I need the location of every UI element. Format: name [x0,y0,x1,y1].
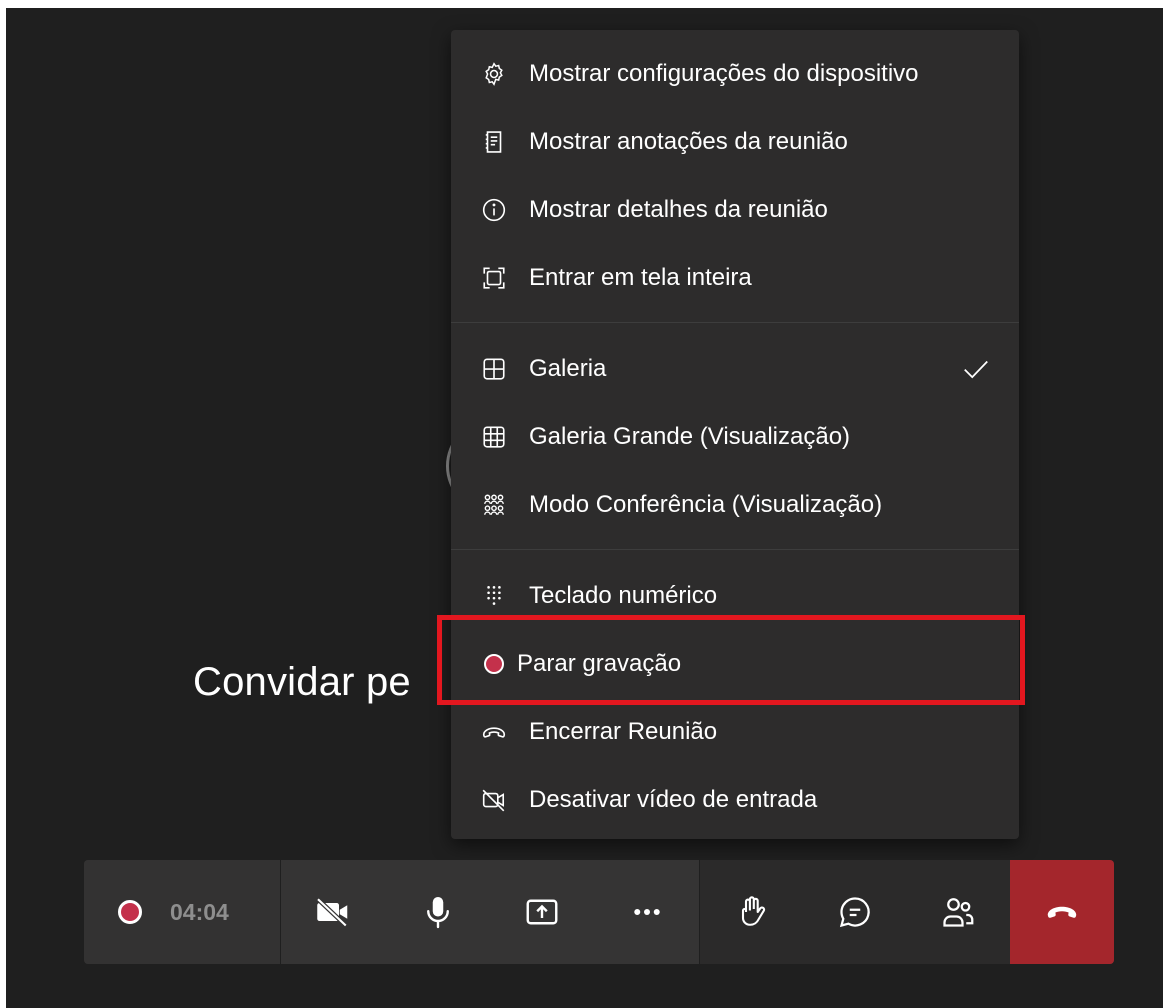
meeting-toolbar: 04:04 [84,860,1114,964]
menu-item-together-mode[interactable]: Modo Conferência (Visualização) [451,471,1019,539]
dialpad-icon [481,583,507,609]
menu-group-device: Mostrar configurações do dispositivo Mos… [451,30,1019,323]
menu-item-disable-incoming-video[interactable]: Desativar vídeo de entrada [451,766,1019,834]
raise-hand-icon [741,896,765,926]
chat-button[interactable] [803,860,906,964]
grid-2x2-icon [481,356,507,382]
menu-item-stop-recording[interactable]: Parar gravação [451,630,1019,698]
grid-3x3-icon [481,424,507,450]
raise-hand-button[interactable] [700,860,803,964]
more-actions-button[interactable] [595,860,700,964]
invite-people-text: Convidar pe [193,660,411,704]
menu-item-meeting-details[interactable]: Mostrar detalhes da reunião [451,176,1019,244]
menu-item-label: Mostrar detalhes da reunião [529,196,828,223]
hangup-icon [481,719,507,745]
menu-item-label: Entrar em tela inteira [529,264,752,291]
menu-item-device-settings[interactable]: Mostrar configurações do dispositivo [451,40,1019,108]
menu-item-label: Galeria [529,355,607,382]
toolbar-media-controls [281,860,700,964]
hangup-icon [1047,906,1077,918]
camera-toggle-button[interactable] [281,860,386,964]
fullscreen-icon [481,265,507,291]
participants-button[interactable] [907,860,1010,964]
menu-item-label: Mostrar configurações do dispositivo [529,60,919,87]
menu-item-end-meeting[interactable]: Encerrar Reunião [451,698,1019,766]
menu-group-actions: Teclado numérico Parar gravação Encerrar… [451,550,1019,842]
chat-icon [839,897,870,928]
menu-item-large-gallery[interactable]: Galeria Grande (Visualização) [451,403,1019,471]
menu-item-label: Parar gravação [517,650,682,677]
menu-item-label: Modo Conferência (Visualização) [529,491,883,518]
menu-item-gallery[interactable]: Galeria [451,335,1019,403]
checkmark-icon [964,360,988,379]
leave-call-button[interactable] [1009,860,1114,964]
share-screen-button[interactable] [490,860,595,964]
toolbar-meeting-controls [700,860,1114,964]
notes-icon [481,129,507,155]
share-screen-icon [526,899,558,925]
more-options-menu: Mostrar configurações do dispositivo Mos… [451,30,1019,839]
video-off-icon [481,787,507,813]
gear-icon [481,61,507,87]
camera-off-icon [316,897,348,928]
people-group-icon [481,492,507,518]
menu-item-fullscreen[interactable]: Entrar em tela inteira [451,244,1019,312]
participants-icon [943,898,974,927]
record-icon [481,651,507,677]
info-icon [481,197,507,223]
menu-item-label: Teclado numérico [529,582,718,609]
recording-indicator: 04:04 [84,860,281,964]
more-icon [634,909,660,915]
menu-item-label: Mostrar anotações da reunião [529,128,848,155]
microphone-button[interactable] [386,860,491,964]
menu-item-dialpad[interactable]: Teclado numérico [451,562,1019,630]
menu-group-layout: Galeria Galeria Grande (Visualização) Mo… [451,323,1019,550]
menu-item-label: Encerrar Reunião [529,718,718,745]
recording-timer: 04:04 [170,898,229,925]
menu-item-meeting-notes[interactable]: Mostrar anotações da reunião [451,108,1019,176]
microphone-icon [426,897,449,929]
menu-item-label: Desativar vídeo de entrada [529,786,818,813]
record-icon [118,900,142,924]
menu-item-label: Galeria Grande (Visualização) [529,423,851,450]
